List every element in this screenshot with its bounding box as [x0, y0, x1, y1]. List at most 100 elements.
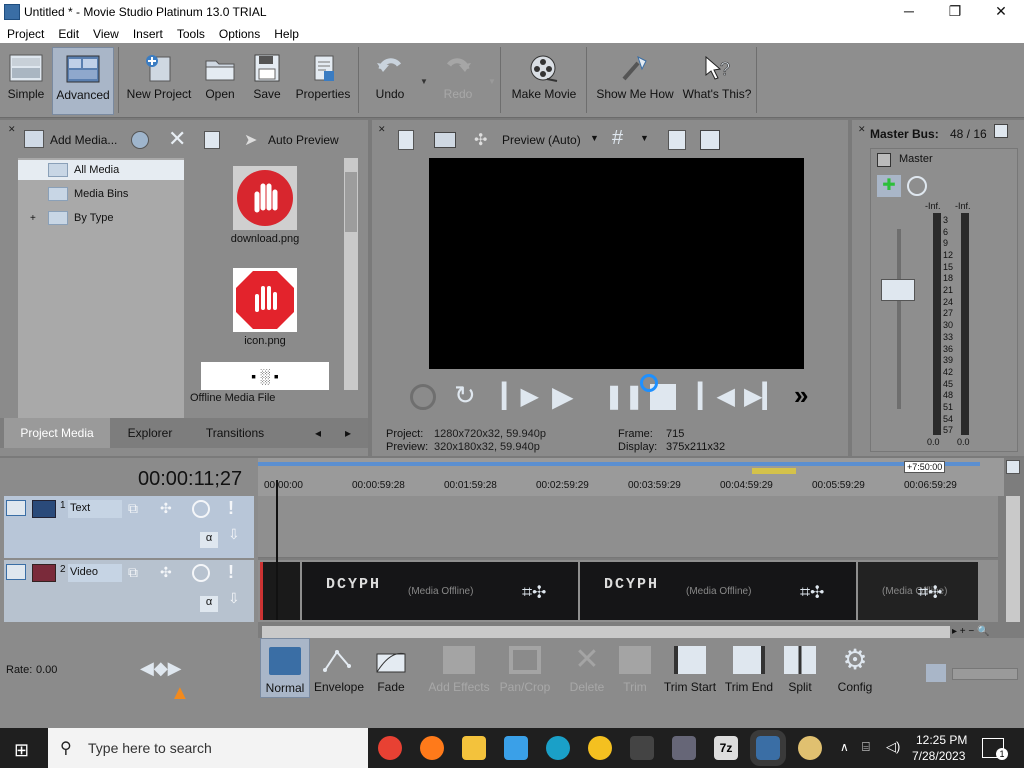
windows-start-icon[interactable]: ⊞ — [14, 740, 29, 761]
record-button[interactable] — [410, 384, 436, 410]
tab-transitions[interactable]: Transitions — [190, 418, 280, 448]
more-controls-icon[interactable]: » — [794, 380, 808, 411]
pan-crop-clip-icon[interactable]: ⌗✣ — [800, 582, 824, 603]
preview-properties-icon[interactable] — [398, 130, 414, 150]
master-fader-handle[interactable] — [881, 279, 915, 301]
delete-media-icon[interactable]: ✕ — [168, 126, 186, 152]
trim-start-button[interactable]: Trim Start — [662, 638, 718, 698]
playhead[interactable] — [276, 480, 278, 620]
file-explorer-icon[interactable] — [462, 736, 486, 760]
movie-studio-icon[interactable] — [750, 730, 786, 766]
track-header-video[interactable]: 2 Video ⧉ ✣ ! α ⇩ — [4, 560, 254, 622]
compositing-mode-icon[interactable]: ⧉ — [128, 564, 138, 581]
shuttle-position-marker[interactable]: ▲ — [170, 682, 190, 705]
open-button[interactable]: Open — [200, 47, 240, 115]
edge-icon[interactable] — [546, 736, 570, 760]
preview-quality-dropdown[interactable]: Preview (Auto) — [502, 133, 581, 147]
master-properties-icon[interactable] — [877, 153, 891, 167]
add-effects-button[interactable]: Add Effects — [428, 638, 490, 698]
timeline-vertical-scrollbar[interactable] — [1006, 496, 1020, 622]
envelope-button[interactable]: Envelope — [312, 638, 366, 698]
go-to-start-icon[interactable]: ▎◀ — [698, 382, 735, 411]
copy-snapshot-icon[interactable] — [668, 130, 686, 150]
monitor-icon[interactable] — [434, 132, 456, 148]
menu-options[interactable]: Options — [212, 27, 267, 41]
save-button[interactable]: Save — [250, 47, 284, 115]
pan-crop-clip-icon[interactable]: ⌗✣ — [918, 582, 942, 603]
undo-dropdown-arrow[interactable]: ▼ — [420, 77, 428, 86]
master-panel-close-icon[interactable]: ✕ — [858, 124, 866, 135]
track-mute-icon[interactable] — [192, 564, 210, 582]
system-tray-chevron-icon[interactable]: ∧ — [840, 740, 849, 754]
paint-icon[interactable] — [798, 736, 822, 760]
timeline-clip[interactable]: (Media Offline) ⌗✣ — [858, 562, 978, 620]
expand-icon[interactable]: + — [30, 209, 42, 229]
add-media-button[interactable]: Add Media... — [50, 133, 117, 147]
timeline-clip[interactable]: DCYPH (Media Offline) ⌗✣ — [302, 562, 578, 620]
pan-crop-clip-icon[interactable]: ⌗✣ — [522, 582, 546, 603]
scroll-thumb[interactable] — [345, 172, 357, 232]
track-motion-icon[interactable]: ✣ — [160, 500, 172, 517]
track-lane-video[interactable]: DCYPH (Media Offline) ⌗✣ DCYPH (Media Of… — [258, 560, 998, 622]
save-snapshot-icon[interactable] — [700, 130, 720, 150]
grid-overlay-icon[interactable]: # — [612, 127, 623, 150]
media-file-item[interactable]: ▪ ░ ▪ — [190, 362, 340, 390]
media-scrollbar[interactable] — [344, 158, 358, 390]
game-app-icon[interactable] — [630, 736, 654, 760]
firefox-icon[interactable] — [420, 736, 444, 760]
tab-project-media[interactable]: Project Media — [4, 418, 110, 448]
tree-item-all-media[interactable]: All Media — [18, 160, 184, 180]
track-expand-icon[interactable] — [6, 500, 26, 516]
preview-panel-close-icon[interactable]: ✕ — [378, 124, 386, 135]
timeline-horizontal-scrollbar[interactable] — [262, 626, 950, 638]
tab-scroll-right[interactable]: ▸ — [336, 418, 360, 448]
trim-button[interactable]: Trim — [612, 638, 658, 698]
master-bus-properties-icon[interactable] — [994, 124, 1008, 138]
chevron-down-icon[interactable]: ▼ — [640, 133, 649, 143]
volume-icon[interactable]: ◁) — [886, 739, 900, 755]
media-file-item[interactable]: icon.png — [190, 264, 340, 354]
go-to-end-icon[interactable]: ▶▎ — [744, 382, 781, 411]
play-icon[interactable]: ▶ — [552, 380, 574, 413]
menu-help[interactable]: Help — [267, 27, 306, 41]
clock-date[interactable]: 7/28/2023 — [912, 749, 965, 763]
chrome-icon[interactable] — [378, 736, 402, 760]
mute-icon[interactable] — [907, 176, 927, 196]
film-app-icon[interactable] — [672, 736, 696, 760]
track-solo-icon[interactable]: ! — [228, 562, 234, 583]
track-level-icon[interactable]: ⇩ — [228, 526, 240, 543]
track-name[interactable]: Video — [68, 564, 122, 582]
network-icon[interactable]: ⌸ — [862, 739, 870, 755]
microsoft-store-icon[interactable] — [504, 736, 528, 760]
media-file-item[interactable]: download.png — [190, 162, 340, 252]
taskbar-search-box[interactable]: ⚲ Type here to search — [48, 728, 368, 768]
auto-preview-icon[interactable]: ➤ — [244, 130, 257, 150]
tab-explorer[interactable]: Explorer — [110, 418, 190, 448]
split-button[interactable]: Split — [780, 638, 820, 698]
loop-region-marker[interactable] — [752, 468, 796, 474]
tab-scroll-left[interactable]: ◂ — [306, 418, 330, 448]
track-expand-icon[interactable] — [6, 564, 26, 580]
loop-region-bar[interactable] — [258, 462, 980, 466]
chevron-down-icon[interactable]: ▼ — [590, 133, 599, 143]
shuttle-control-icon[interactable]: ◀◆▶ — [140, 658, 182, 679]
menu-insert[interactable]: Insert — [126, 27, 170, 41]
ruler-scroll-stub[interactable] — [1006, 460, 1020, 474]
undo-button[interactable]: Undo — [368, 47, 412, 115]
timeline-clip[interactable]: DCYPH (Media Offline) ⌗✣ — [580, 562, 856, 620]
track-level-icon[interactable]: ⇩ — [228, 590, 240, 607]
minimize-button[interactable]: ─ — [886, 0, 932, 24]
menu-view[interactable]: View — [86, 27, 126, 41]
play-from-start-icon[interactable]: ▎▶ — [502, 382, 539, 411]
alpha-icon[interactable]: α — [200, 596, 218, 612]
whats-this-button[interactable]: ? What's This? — [682, 47, 752, 115]
alpha-icon[interactable]: α — [200, 532, 218, 548]
properties-button[interactable]: Properties — [292, 47, 354, 115]
redo-button[interactable]: Redo — [434, 47, 482, 115]
menu-project[interactable]: Project — [0, 27, 51, 41]
auto-preview-button[interactable]: Auto Preview — [268, 133, 339, 147]
timeline-clip-small[interactable] — [260, 562, 300, 620]
advanced-button[interactable]: Advanced — [52, 47, 114, 115]
normal-edit-button[interactable]: Normal — [260, 638, 310, 698]
menu-edit[interactable]: Edit — [51, 27, 86, 41]
